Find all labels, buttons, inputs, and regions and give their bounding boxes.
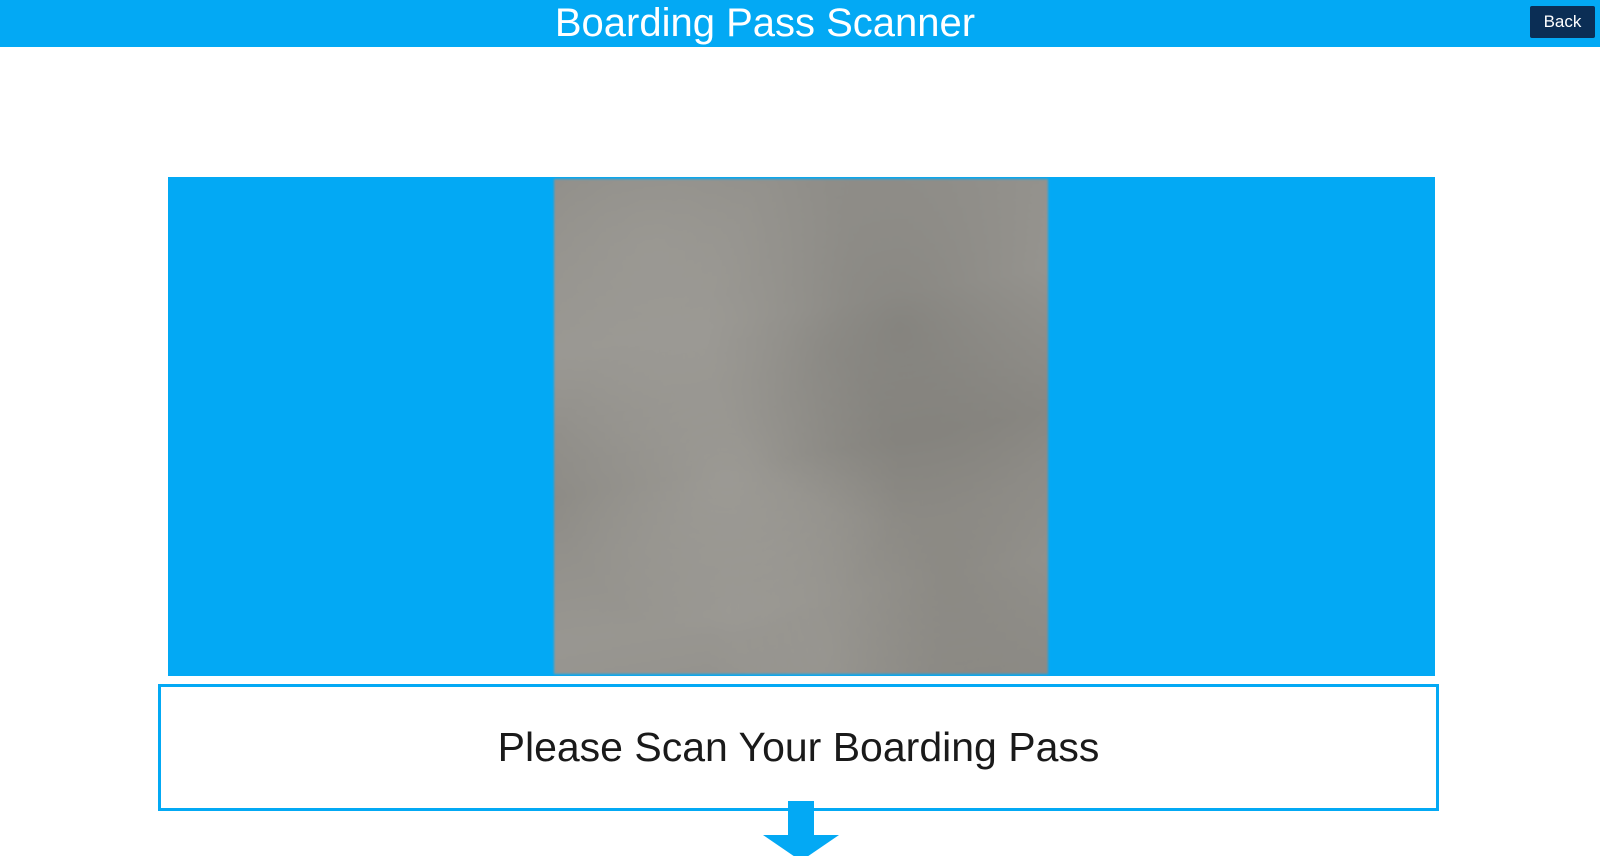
camera-feed [554,179,1048,674]
app-header: Boarding Pass Scanner Back [0,0,1600,47]
scan-prompt-text: Please Scan Your Boarding Pass [497,724,1100,770]
page-title: Boarding Pass Scanner [554,1,976,45]
back-button[interactable]: Back [1530,6,1595,38]
scan-prompt-box: Please Scan Your Boarding Pass [158,684,1439,811]
scanner-panel [168,177,1435,676]
arrow-down-icon [763,801,839,856]
